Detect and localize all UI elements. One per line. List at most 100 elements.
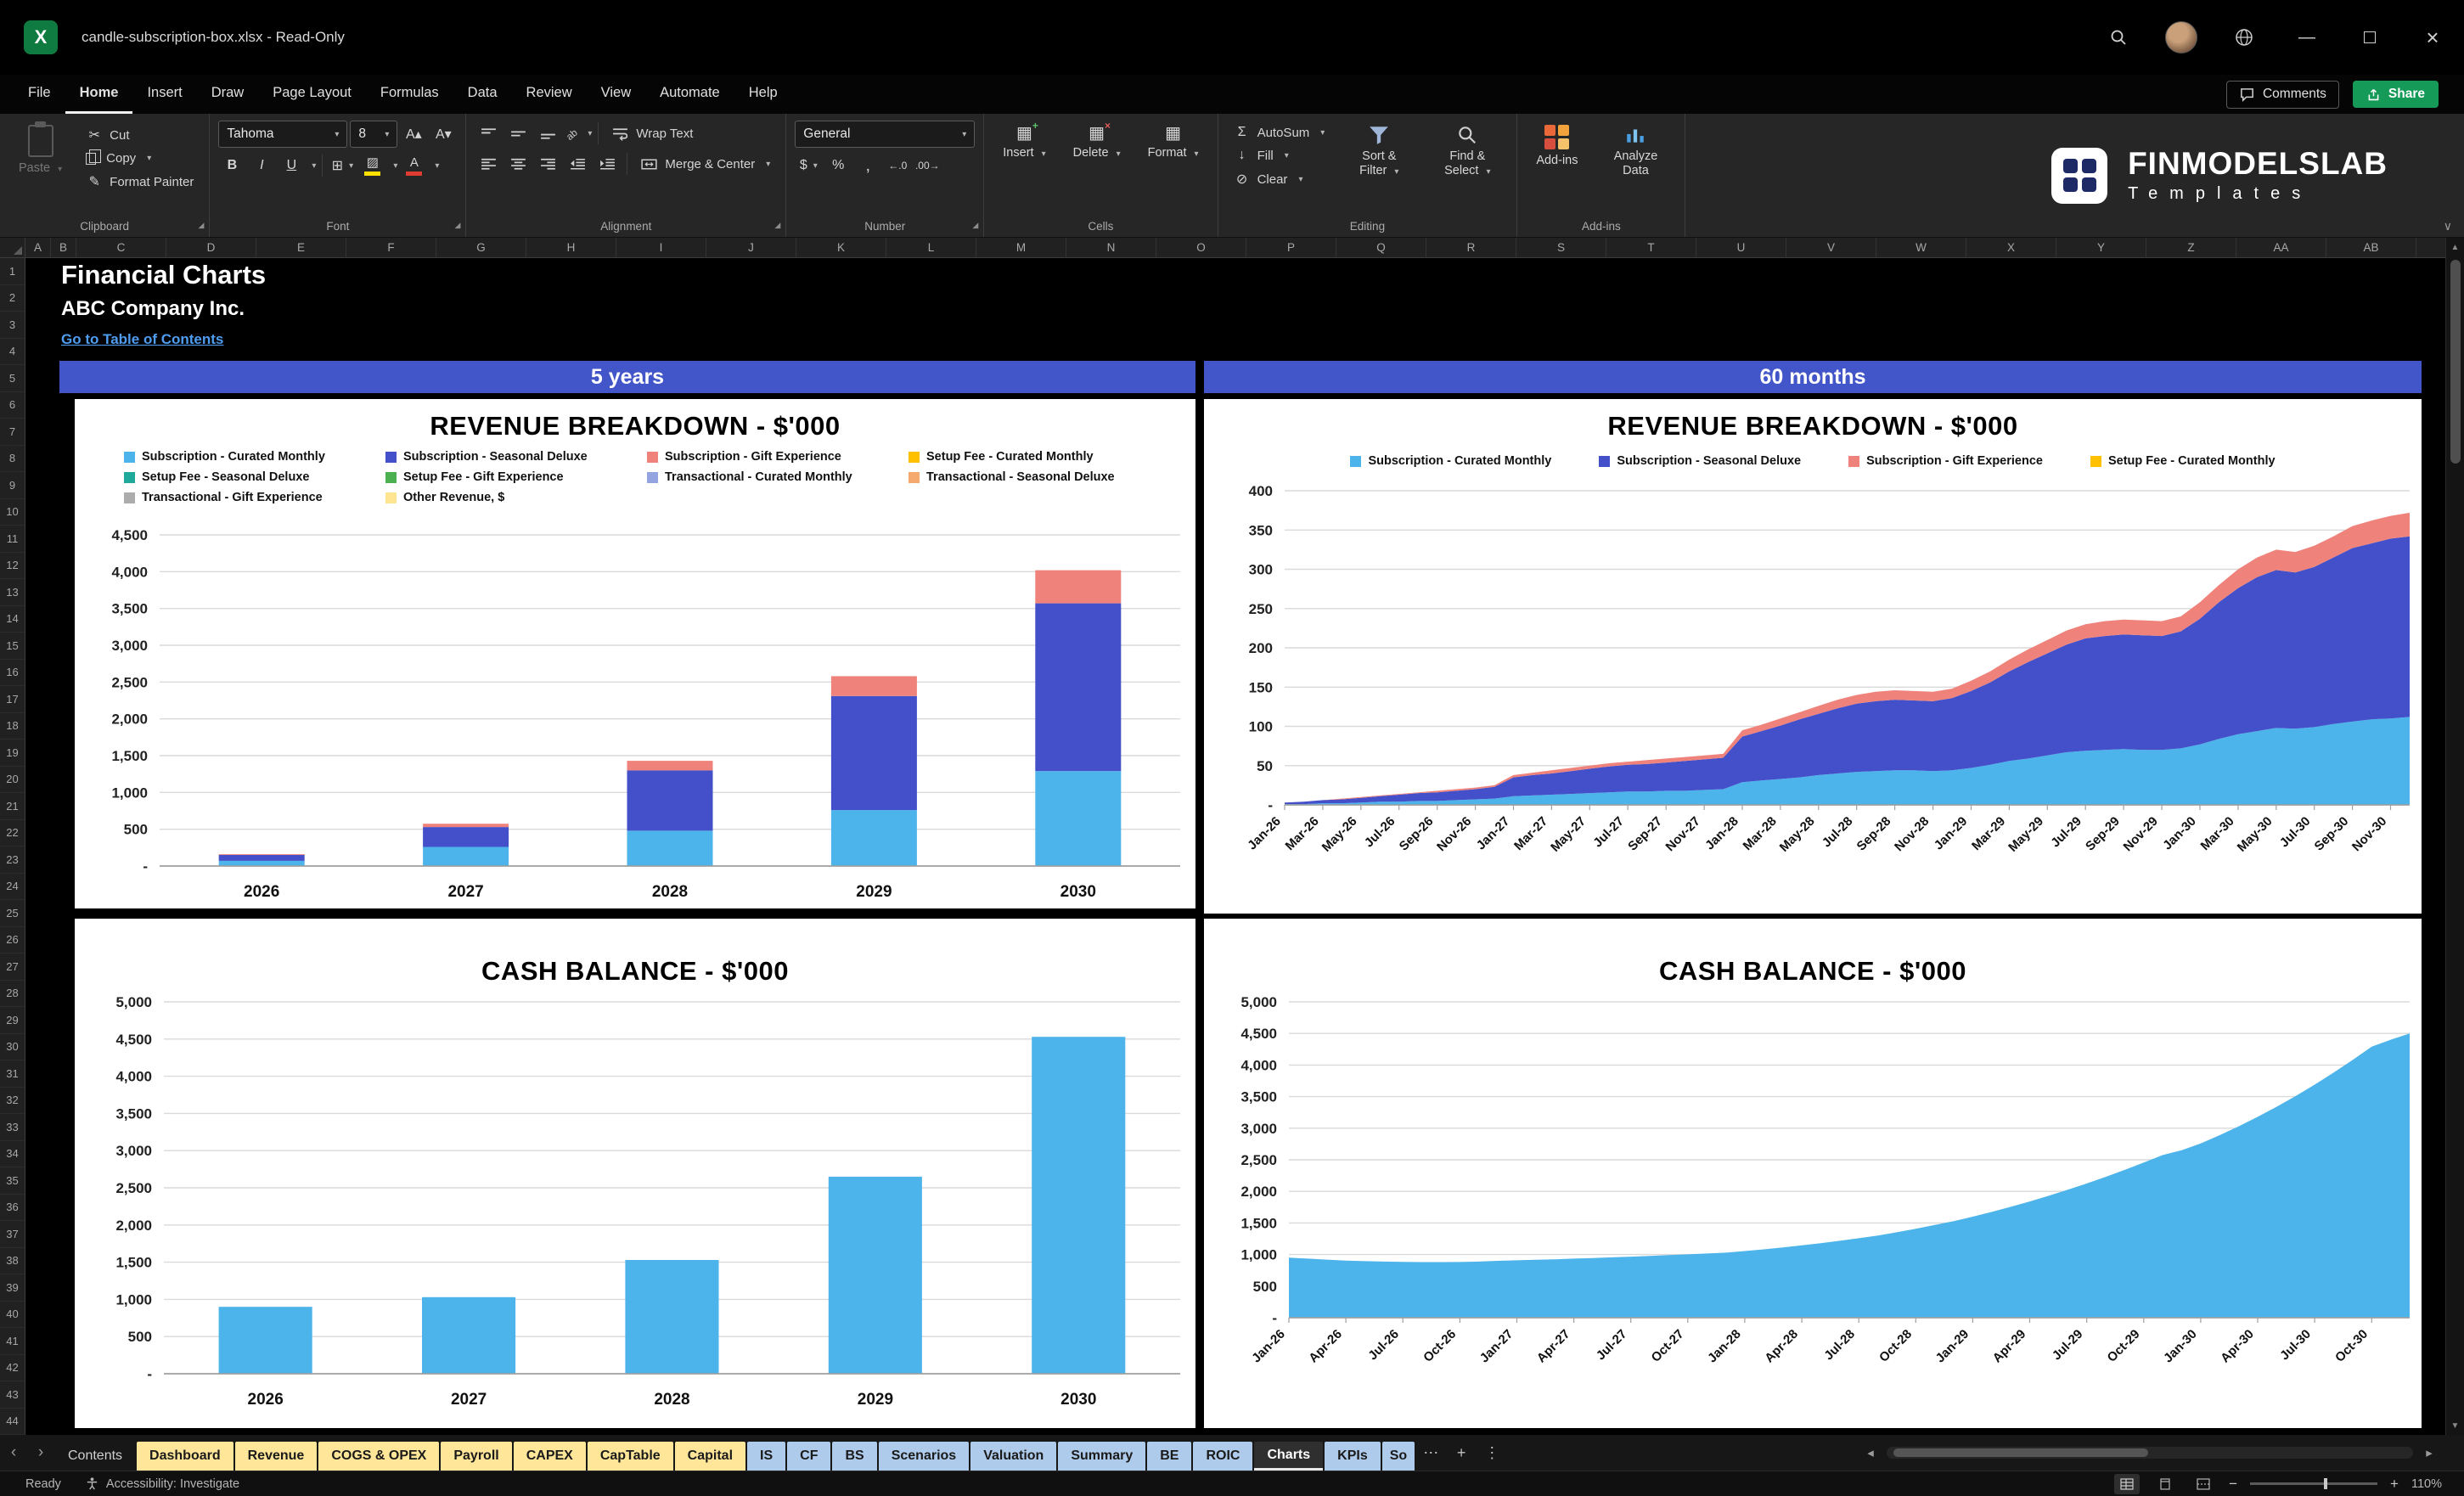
normal-view-button[interactable]: [2114, 1474, 2140, 1494]
row-header-6[interactable]: 6: [0, 392, 25, 419]
zoom-out-button[interactable]: −: [2229, 1476, 2237, 1493]
addins-button[interactable]: Add-ins: [1526, 121, 1588, 172]
sheet-tab-be[interactable]: BE: [1147, 1442, 1191, 1471]
number-format-select[interactable]: General▾: [795, 121, 975, 148]
zoom-in-button[interactable]: +: [2390, 1476, 2399, 1493]
row-header-13[interactable]: 13: [0, 579, 25, 606]
row-header-23[interactable]: 23: [0, 846, 25, 874]
row-header-33[interactable]: 33: [0, 1114, 25, 1141]
vertical-scroll-thumb[interactable]: [2450, 260, 2461, 464]
font-name-select[interactable]: Tahoma▾: [218, 121, 347, 148]
sheet-tab-cf[interactable]: CF: [787, 1442, 830, 1471]
column-header-U[interactable]: U: [1696, 238, 1786, 257]
column-header-D[interactable]: D: [166, 238, 256, 257]
zoom-slider[interactable]: [2250, 1482, 2377, 1485]
row-header-24[interactable]: 24: [0, 874, 25, 901]
menu-tab-insert[interactable]: Insert: [132, 75, 196, 114]
column-header-AC[interactable]: AC: [2416, 238, 2445, 257]
italic-button[interactable]: I: [248, 153, 275, 178]
delete-cells-button[interactable]: ▦× Delete ▾: [1063, 121, 1131, 164]
sheet-tab-scenarios[interactable]: Scenarios: [879, 1442, 969, 1471]
row-header-8[interactable]: 8: [0, 446, 25, 473]
column-header-M[interactable]: M: [976, 238, 1066, 257]
previous-sheet-button[interactable]: ‹: [0, 1435, 27, 1471]
menu-tab-page-layout[interactable]: Page Layout: [258, 75, 366, 114]
bold-button[interactable]: B: [218, 153, 245, 178]
chart-revenue-breakdown-60m[interactable]: REVENUE BREAKDOWN - $'000 Subscription -…: [1204, 399, 2422, 914]
align-left-button[interactable]: [475, 151, 502, 177]
row-header-14[interactable]: 14: [0, 606, 25, 633]
account-button[interactable]: [2150, 0, 2213, 75]
row-header-9[interactable]: 9: [0, 472, 25, 499]
row-header-42[interactable]: 42: [0, 1355, 25, 1382]
row-header-3[interactable]: 3: [0, 312, 25, 339]
font-size-select[interactable]: 8▾: [350, 121, 397, 148]
align-bottom-button[interactable]: [534, 121, 561, 146]
row-header-5[interactable]: 5: [0, 365, 25, 392]
row-header-32[interactable]: 32: [0, 1088, 25, 1115]
column-header-V[interactable]: V: [1786, 238, 1876, 257]
row-header-18[interactable]: 18: [0, 713, 25, 740]
horizontal-scroll-thumb[interactable]: [1893, 1448, 2148, 1457]
cut-button[interactable]: ✂Cut: [79, 124, 200, 146]
scroll-up-arrow[interactable]: ▲: [2451, 238, 2460, 256]
page-layout-view-button[interactable]: [2152, 1474, 2178, 1494]
column-header-G[interactable]: G: [436, 238, 526, 257]
format-painter-button[interactable]: ✎Format Painter: [79, 171, 200, 193]
column-header-P[interactable]: P: [1246, 238, 1336, 257]
column-header-K[interactable]: K: [796, 238, 886, 257]
row-header-10[interactable]: 10: [0, 499, 25, 526]
row-header-44[interactable]: 44: [0, 1409, 25, 1436]
wrap-text-button[interactable]: Wrap Text: [605, 124, 700, 143]
row-header-28[interactable]: 28: [0, 981, 25, 1008]
menu-tab-file[interactable]: File: [14, 75, 65, 114]
scroll-left-arrow[interactable]: ◂: [1859, 1445, 1882, 1460]
row-header-22[interactable]: 22: [0, 820, 25, 847]
column-header-W[interactable]: W: [1876, 238, 1966, 257]
row-header-31[interactable]: 31: [0, 1060, 25, 1088]
analyze-data-button[interactable]: Analyze Data: [1595, 121, 1676, 182]
row-header-36[interactable]: 36: [0, 1195, 25, 1222]
row-header-20[interactable]: 20: [0, 767, 25, 794]
menu-tab-formulas[interactable]: Formulas: [366, 75, 453, 114]
sheet-tab-valuation[interactable]: Valuation: [970, 1442, 1056, 1471]
column-header-E[interactable]: E: [256, 238, 346, 257]
format-cells-button[interactable]: ▦ Format ▾: [1138, 121, 1209, 164]
borders-button[interactable]: ⊞▾: [329, 153, 356, 178]
search-button[interactable]: [2087, 0, 2150, 75]
column-header-X[interactable]: X: [1966, 238, 2056, 257]
scroll-down-arrow[interactable]: ▼: [2451, 1416, 2460, 1435]
new-sheet-button[interactable]: +: [1446, 1435, 1477, 1471]
row-header-1[interactable]: 1: [0, 258, 25, 285]
decrease-decimal-button[interactable]: .00→: [914, 153, 941, 178]
fill-button[interactable]: ↓Fill▾: [1227, 145, 1332, 166]
column-header-A[interactable]: A: [25, 238, 51, 257]
row-header-43[interactable]: 43: [0, 1381, 25, 1409]
sheet-tab-payroll[interactable]: Payroll: [441, 1442, 511, 1471]
align-right-button[interactable]: [534, 151, 561, 177]
column-header-N[interactable]: N: [1066, 238, 1156, 257]
column-header-Q[interactable]: Q: [1336, 238, 1426, 257]
row-header-38[interactable]: 38: [0, 1248, 25, 1275]
horizontal-scroll-track[interactable]: [1887, 1447, 2413, 1459]
decrease-font-button[interactable]: A▾: [430, 121, 457, 147]
row-header-2[interactable]: 2: [0, 285, 25, 312]
column-header-C[interactable]: C: [76, 238, 166, 257]
chart-cash-balance-60m[interactable]: CASH BALANCE - $'000 -5001,0001,5002,000…: [1204, 919, 2422, 1428]
maximize-button[interactable]: [2338, 0, 2401, 75]
vertical-scrollbar[interactable]: ▲ ▼: [2445, 238, 2464, 1435]
row-header-21[interactable]: 21: [0, 793, 25, 820]
menu-tab-data[interactable]: Data: [453, 75, 512, 114]
sheet-tab-cogs-opex[interactable]: COGS & OPEX: [318, 1442, 439, 1471]
column-header-H[interactable]: H: [526, 238, 616, 257]
row-header-17[interactable]: 17: [0, 686, 25, 713]
fill-color-button[interactable]: ▨: [358, 154, 386, 178]
sheet-tab-bs[interactable]: BS: [832, 1442, 876, 1471]
column-header-L[interactable]: L: [886, 238, 976, 257]
underline-caret[interactable]: ▾: [312, 161, 316, 171]
autosum-button[interactable]: ΣAutoSum▾: [1227, 122, 1332, 143]
sheet-tab-captable[interactable]: CapTable: [588, 1442, 673, 1471]
orientation-button[interactable]: ab▾: [564, 121, 592, 146]
increase-indent-button[interactable]: [593, 151, 621, 177]
currency-format-button[interactable]: $▾: [795, 153, 822, 178]
